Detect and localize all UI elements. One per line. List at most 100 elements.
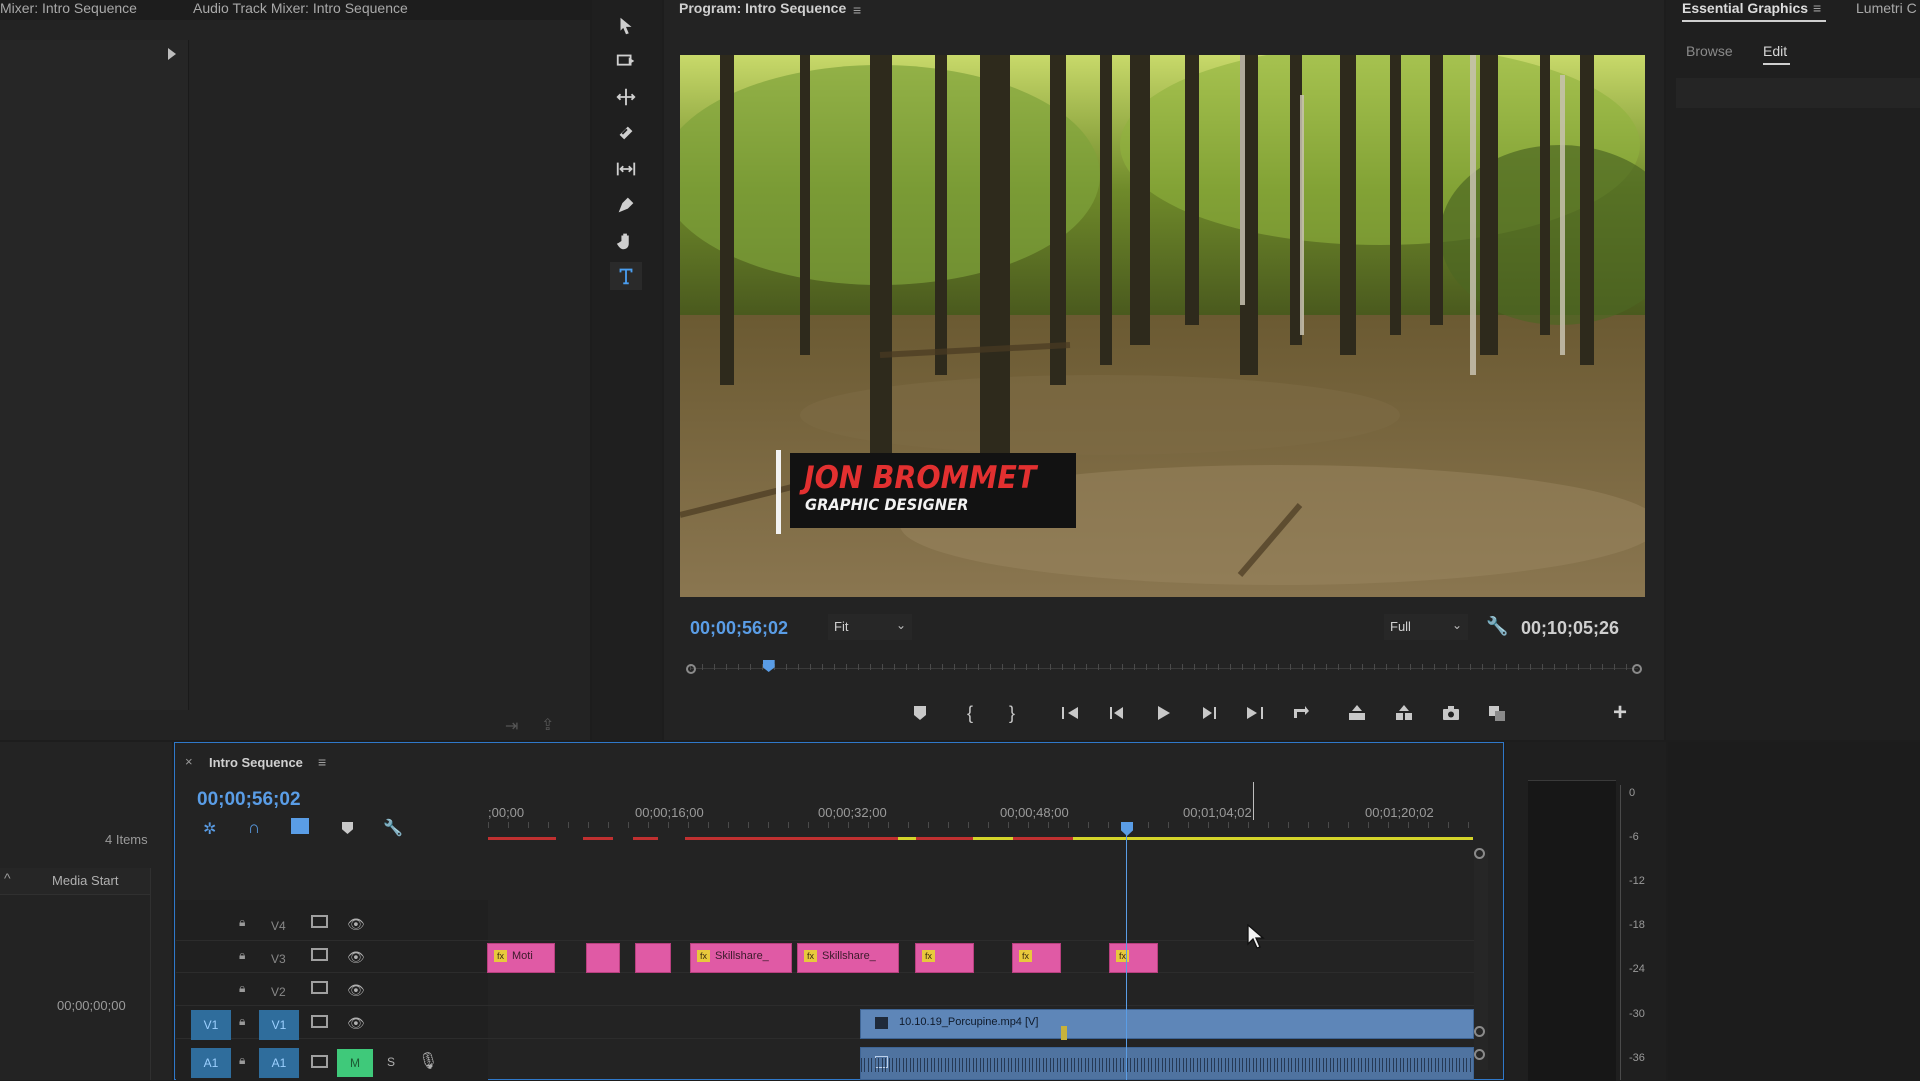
sync-lock-icon[interactable] bbox=[311, 981, 328, 994]
fit-dropdown[interactable]: Fit ⌄ bbox=[828, 614, 912, 640]
go-to-out-icon[interactable] bbox=[1240, 700, 1270, 726]
timeline-timecode[interactable]: 00;00;56;02 bbox=[197, 789, 301, 811]
compare-view-icon[interactable] bbox=[1482, 700, 1512, 726]
tab-lumetri[interactable]: Lumetri C bbox=[1856, 0, 1917, 16]
tab-mixer[interactable]: Mixer: Intro Sequence bbox=[0, 0, 137, 16]
ripple-edit-tool-icon[interactable] bbox=[610, 83, 642, 111]
type-tool-icon[interactable] bbox=[610, 262, 642, 290]
clip-v1-video[interactable]: 10.10.19_Porcupine.mp4 [V] bbox=[860, 1009, 1474, 1040]
mouse-cursor-icon bbox=[1247, 923, 1265, 955]
button-editor-plus-icon[interactable]: + bbox=[1605, 699, 1635, 726]
clip-a1-audio[interactable] bbox=[860, 1047, 1474, 1080]
source-patch-a1[interactable]: A1 bbox=[191, 1048, 231, 1078]
meter-label-5: -30 bbox=[1629, 1008, 1645, 1020]
essential-graphics-menu-icon[interactable]: ≡ bbox=[1813, 0, 1821, 16]
sort-chevron-icon[interactable]: ^ bbox=[4, 870, 11, 886]
track-target-v1[interactable]: V1 bbox=[259, 1010, 299, 1040]
scrub-out-handle[interactable] bbox=[1632, 664, 1642, 674]
clip-v3-2[interactable] bbox=[586, 943, 620, 973]
nest-toggle-icon[interactable]: ✲ bbox=[203, 819, 216, 839]
audio-waveform bbox=[861, 1058, 1473, 1072]
track-select-tool-icon[interactable] bbox=[610, 47, 642, 75]
lift-icon[interactable] bbox=[1342, 700, 1372, 726]
tab-essential-graphics[interactable]: Essential Graphics bbox=[1682, 0, 1808, 16]
insert-icon[interactable]: ⇥ bbox=[505, 716, 518, 736]
timeline-settings-wrench-icon[interactable]: 🔧 bbox=[383, 818, 403, 838]
solo-button[interactable]: S bbox=[387, 1055, 395, 1069]
meter-label-1: -6 bbox=[1629, 831, 1639, 843]
step-back-icon[interactable] bbox=[1102, 700, 1132, 726]
eye-icon[interactable]: 👁︎ bbox=[347, 916, 365, 933]
lock-icon[interactable]: 🔒︎ bbox=[239, 948, 245, 963]
scroll-handle-mid[interactable] bbox=[1474, 1026, 1485, 1037]
track-v4 bbox=[176, 910, 1474, 941]
linked-selection-icon[interactable] bbox=[291, 818, 309, 834]
resolution-dropdown[interactable]: Full ⌄ bbox=[1384, 614, 1468, 640]
clip-v3-7[interactable]: fx bbox=[1012, 943, 1061, 973]
timeline-v-scrollbar[interactable] bbox=[1474, 850, 1488, 1070]
program-scrub-bar[interactable] bbox=[686, 660, 1642, 678]
tab-edit[interactable]: Edit bbox=[1763, 43, 1787, 59]
settings-wrench-icon[interactable]: 🔧 bbox=[1486, 616, 1508, 637]
lower-third-box[interactable]: JON BROMMET GRAPHIC DESIGNER bbox=[790, 453, 1076, 528]
timeline-playhead[interactable] bbox=[1126, 822, 1127, 1080]
loop-icon[interactable] bbox=[1286, 700, 1316, 726]
track-target-a1[interactable]: A1 bbox=[259, 1048, 299, 1078]
microphone-icon[interactable]: 🎙︎ bbox=[418, 1051, 438, 1071]
close-sequence-icon[interactable]: × bbox=[185, 754, 193, 769]
clip-v3-8[interactable]: fx bbox=[1109, 943, 1158, 973]
snap-magnet-icon[interactable]: ∩ bbox=[248, 818, 260, 838]
ruler-label-3: 00;00;48;00 bbox=[1000, 805, 1069, 820]
clip-v3-5[interactable]: fx Skillshare_ bbox=[797, 943, 899, 973]
tab-program[interactable]: Program: Intro Sequence bbox=[679, 0, 846, 16]
clip-v3-3[interactable] bbox=[635, 943, 671, 973]
selection-tool-icon[interactable] bbox=[610, 12, 642, 40]
scroll-handle-low[interactable] bbox=[1474, 1049, 1485, 1060]
pen-tool-icon[interactable] bbox=[610, 191, 642, 219]
mute-button[interactable]: M bbox=[337, 1049, 373, 1077]
source-patch-v1[interactable]: V1 bbox=[191, 1010, 231, 1040]
lower-third-bar bbox=[776, 450, 781, 534]
mark-out-icon[interactable]: } bbox=[997, 700, 1027, 726]
export-icon[interactable]: ⇪ bbox=[541, 715, 554, 735]
go-to-in-icon[interactable] bbox=[1055, 700, 1085, 726]
scroll-handle-top[interactable] bbox=[1474, 848, 1485, 859]
slip-tool-icon[interactable] bbox=[610, 155, 642, 183]
sync-lock-icon[interactable] bbox=[311, 1055, 328, 1068]
tab-browse[interactable]: Browse bbox=[1686, 43, 1733, 59]
expand-arrow-icon[interactable] bbox=[168, 48, 176, 60]
sync-lock-icon[interactable] bbox=[311, 1015, 328, 1028]
clip-v3-6[interactable]: fx bbox=[915, 943, 974, 973]
eye-icon[interactable]: 👁︎ bbox=[347, 982, 365, 999]
clip-v3-1[interactable]: fx Moti bbox=[487, 943, 555, 973]
sync-lock-icon[interactable] bbox=[311, 948, 328, 961]
lock-icon[interactable]: 🔒︎ bbox=[239, 1053, 245, 1068]
sync-lock-icon[interactable] bbox=[311, 915, 328, 928]
lock-icon[interactable]: 🔒︎ bbox=[239, 981, 245, 996]
essential-graphics-panel bbox=[1666, 0, 1920, 740]
extract-icon[interactable] bbox=[1389, 700, 1419, 726]
add-marker-icon[interactable] bbox=[905, 700, 935, 726]
export-frame-camera-icon[interactable] bbox=[1436, 700, 1466, 726]
edit-tab-underline bbox=[1763, 63, 1790, 65]
program-current-timecode[interactable]: 00;00;56;02 bbox=[690, 618, 788, 639]
lock-icon[interactable]: 🔒︎ bbox=[239, 1014, 245, 1029]
play-icon[interactable] bbox=[1148, 700, 1178, 726]
media-start-header[interactable]: Media Start bbox=[52, 873, 118, 888]
lock-icon[interactable]: 🔒︎ bbox=[239, 915, 245, 930]
mark-in-icon[interactable]: { bbox=[955, 700, 985, 726]
sequence-name-tab[interactable]: Intro Sequence bbox=[209, 755, 303, 770]
clip-v3-4[interactable]: fx Skillshare_ bbox=[690, 943, 792, 973]
hand-tool-icon[interactable] bbox=[610, 227, 642, 255]
eye-icon[interactable]: 👁︎ bbox=[347, 1015, 365, 1032]
razor-tool-icon[interactable] bbox=[610, 119, 642, 147]
clip-v3-4-label: Skillshare_ bbox=[715, 950, 769, 962]
scrub-in-handle[interactable] bbox=[686, 664, 696, 674]
tab-audio-track-mixer[interactable]: Audio Track Mixer: Intro Sequence bbox=[193, 0, 408, 16]
track-v1-label: V1 bbox=[271, 1018, 287, 1032]
sequence-menu-icon[interactable]: ≡ bbox=[318, 754, 326, 770]
eye-icon[interactable]: 👁︎ bbox=[347, 949, 365, 966]
program-menu-icon[interactable]: ≡ bbox=[853, 2, 861, 18]
scrub-playhead[interactable] bbox=[762, 660, 775, 672]
step-forward-icon[interactable] bbox=[1194, 700, 1224, 726]
